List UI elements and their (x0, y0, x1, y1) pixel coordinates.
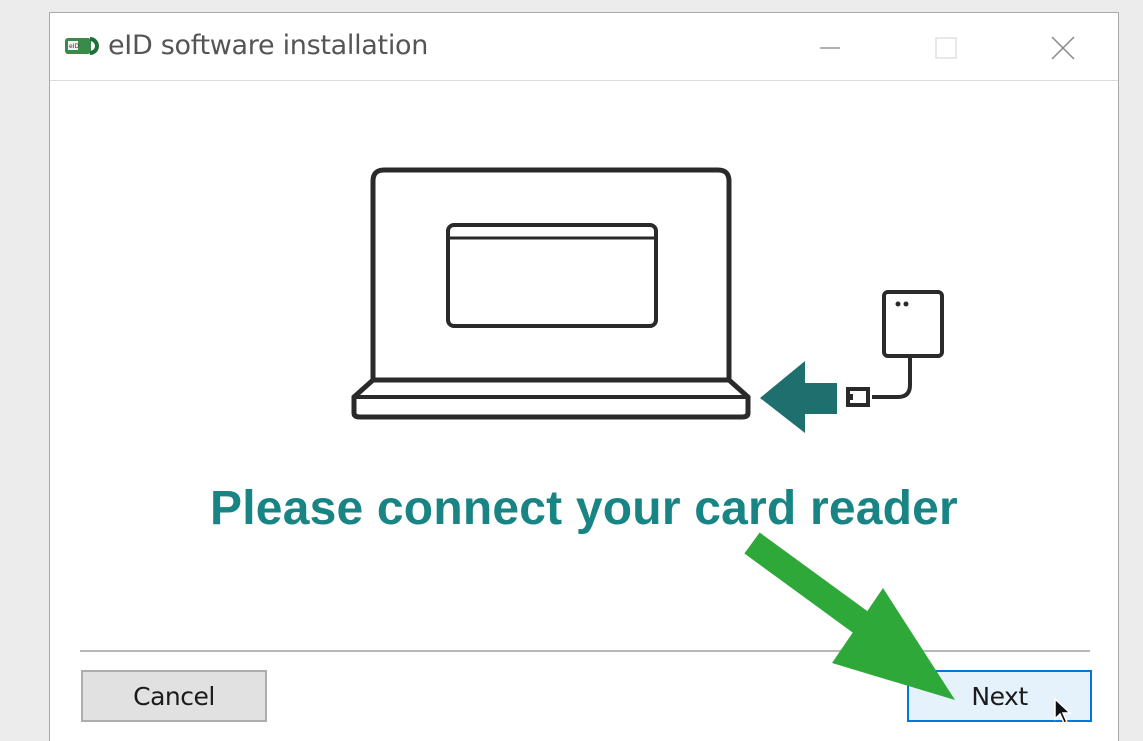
connect-reader-message: Please connect your card reader (210, 482, 958, 535)
cancel-button[interactable]: Cancel (81, 670, 267, 722)
laptop-icon (351, 167, 751, 420)
teal-arrow-icon (760, 361, 837, 433)
installer-window: eID eID software installation Please con… (49, 12, 1119, 741)
footer-divider (80, 650, 1090, 652)
card-reader-icon (846, 290, 944, 407)
laptop-card-reader-illustration (351, 167, 944, 433)
mouse-cursor-icon (1054, 697, 1072, 724)
